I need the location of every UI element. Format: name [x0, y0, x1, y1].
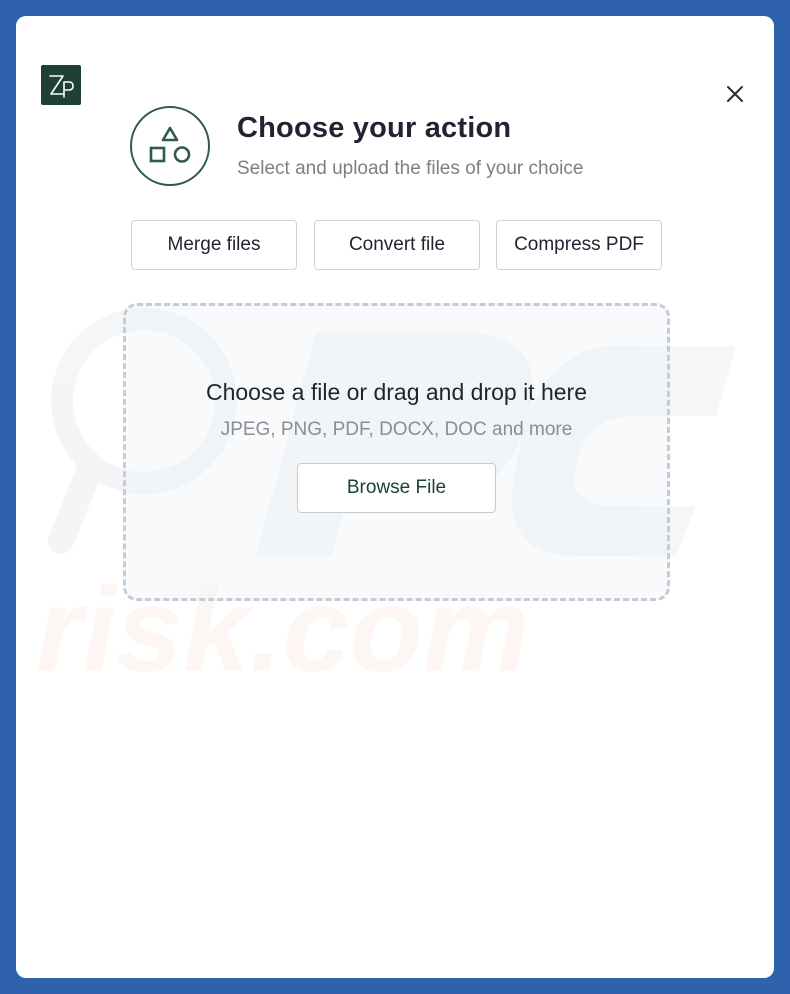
close-button[interactable] [722, 81, 748, 107]
dropzone-title: Choose a file or drag and drop it here [205, 379, 588, 405]
convert-file-button[interactable]: Convert file [314, 220, 480, 270]
page-title: Choose your action [237, 112, 512, 144]
compress-pdf-button[interactable]: Compress PDF [496, 220, 662, 270]
close-icon [727, 86, 743, 102]
shapes-icon [149, 126, 191, 163]
file-dropzone[interactable]: Choose a file or drag and drop it here J… [123, 303, 670, 601]
page-subtitle: Select and upload the files of your choi… [237, 158, 584, 179]
shapes-icon-badge [130, 106, 210, 186]
app-window: risk.com Choose your action Select and u… [16, 16, 774, 978]
dropzone-formats: JPEG, PNG, PDF, DOCX, DOC and more [220, 419, 573, 440]
logo-mark [49, 75, 74, 98]
browse-file-button[interactable]: Browse File [297, 463, 496, 513]
app-logo [41, 65, 81, 105]
merge-files-button[interactable]: Merge files [131, 220, 297, 270]
